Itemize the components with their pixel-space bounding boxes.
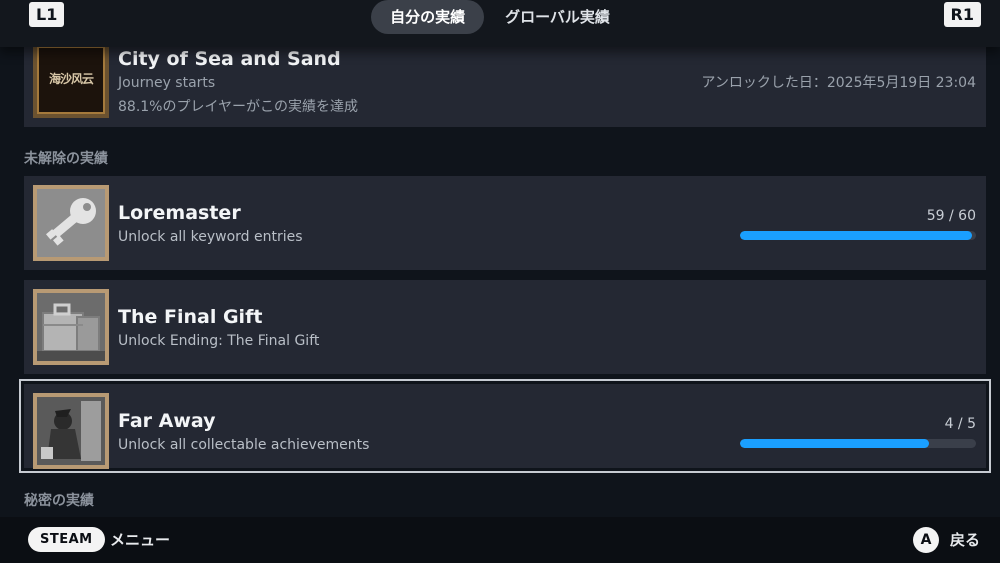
r1-button[interactable]: R1 <box>943 2 981 27</box>
footer-bar: STEAM メニュー A 戻る <box>0 517 1000 563</box>
back-label[interactable]: 戻る <box>950 529 980 550</box>
key-glyph <box>46 198 96 246</box>
icon-calligraphy-text: 海沙风云 <box>48 72 94 86</box>
menu-label[interactable]: メニュー <box>110 529 170 550</box>
achievement-progress-bar <box>740 231 976 240</box>
tab-bar: 自分の実績 グローバル実績 <box>0 0 1000 34</box>
achievement-title: City of Sea and Sand <box>118 48 341 70</box>
achievement-progress-fill <box>740 231 972 240</box>
achievement-title: The Final Gift <box>118 306 263 328</box>
achievement-description: Journey starts <box>118 75 216 91</box>
achievement-card-far-away[interactable]: Far Away Unlock all collectable achievem… <box>19 379 991 473</box>
section-header-locked: 未解除の実績 <box>24 151 108 167</box>
achievements-list: 海沙风云 City of Sea and Sand Journey starts… <box>0 0 1000 517</box>
key-icon <box>33 185 109 261</box>
achievement-card-the-final-gift[interactable]: The Final Gift Unlock Ending: The Final … <box>24 280 986 374</box>
tab-my-achievements[interactable]: 自分の実績 <box>371 0 485 34</box>
achievement-description: Unlock Ending: The Final Gift <box>118 333 320 349</box>
figure-icon <box>33 393 109 469</box>
top-bar: L1 自分の実績 グローバル実績 R1 <box>0 0 1000 47</box>
steam-button[interactable]: STEAM <box>28 527 105 552</box>
tab-global-achievements[interactable]: グローバル実績 <box>486 0 629 34</box>
achievement-card-loremaster[interactable]: Loremaster Unlock all keyword entries 59… <box>24 176 986 270</box>
achievement-progress-fill <box>740 439 929 448</box>
achievement-description: Unlock all keyword entries <box>118 229 303 245</box>
suitcase-glyph <box>37 293 105 361</box>
achievement-progress-text: 4 / 5 <box>944 416 976 432</box>
achievement-global-percent: 88.1%のプレイヤーがこの実績を達成 <box>118 99 359 115</box>
achievement-icon-city-of-sea-and-sand: 海沙风云 <box>33 42 109 118</box>
achievement-progress-bar <box>740 439 976 448</box>
achievement-title: Far Away <box>118 410 216 432</box>
section-header-secret: 秘密の実績 <box>24 493 94 509</box>
achievement-unlock-date: アンロックした日：2025年5月19日 23:04 <box>701 75 976 91</box>
a-button-icon[interactable]: A <box>913 527 939 553</box>
suitcase-icon <box>33 289 109 365</box>
achievement-progress-text: 59 / 60 <box>926 208 976 224</box>
achievement-card-unlocked[interactable]: 海沙风云 City of Sea and Sand Journey starts… <box>24 33 986 127</box>
achievement-title: Loremaster <box>118 202 241 224</box>
figure-glyph <box>37 397 105 465</box>
achievement-description: Unlock all collectable achievements <box>118 437 370 453</box>
